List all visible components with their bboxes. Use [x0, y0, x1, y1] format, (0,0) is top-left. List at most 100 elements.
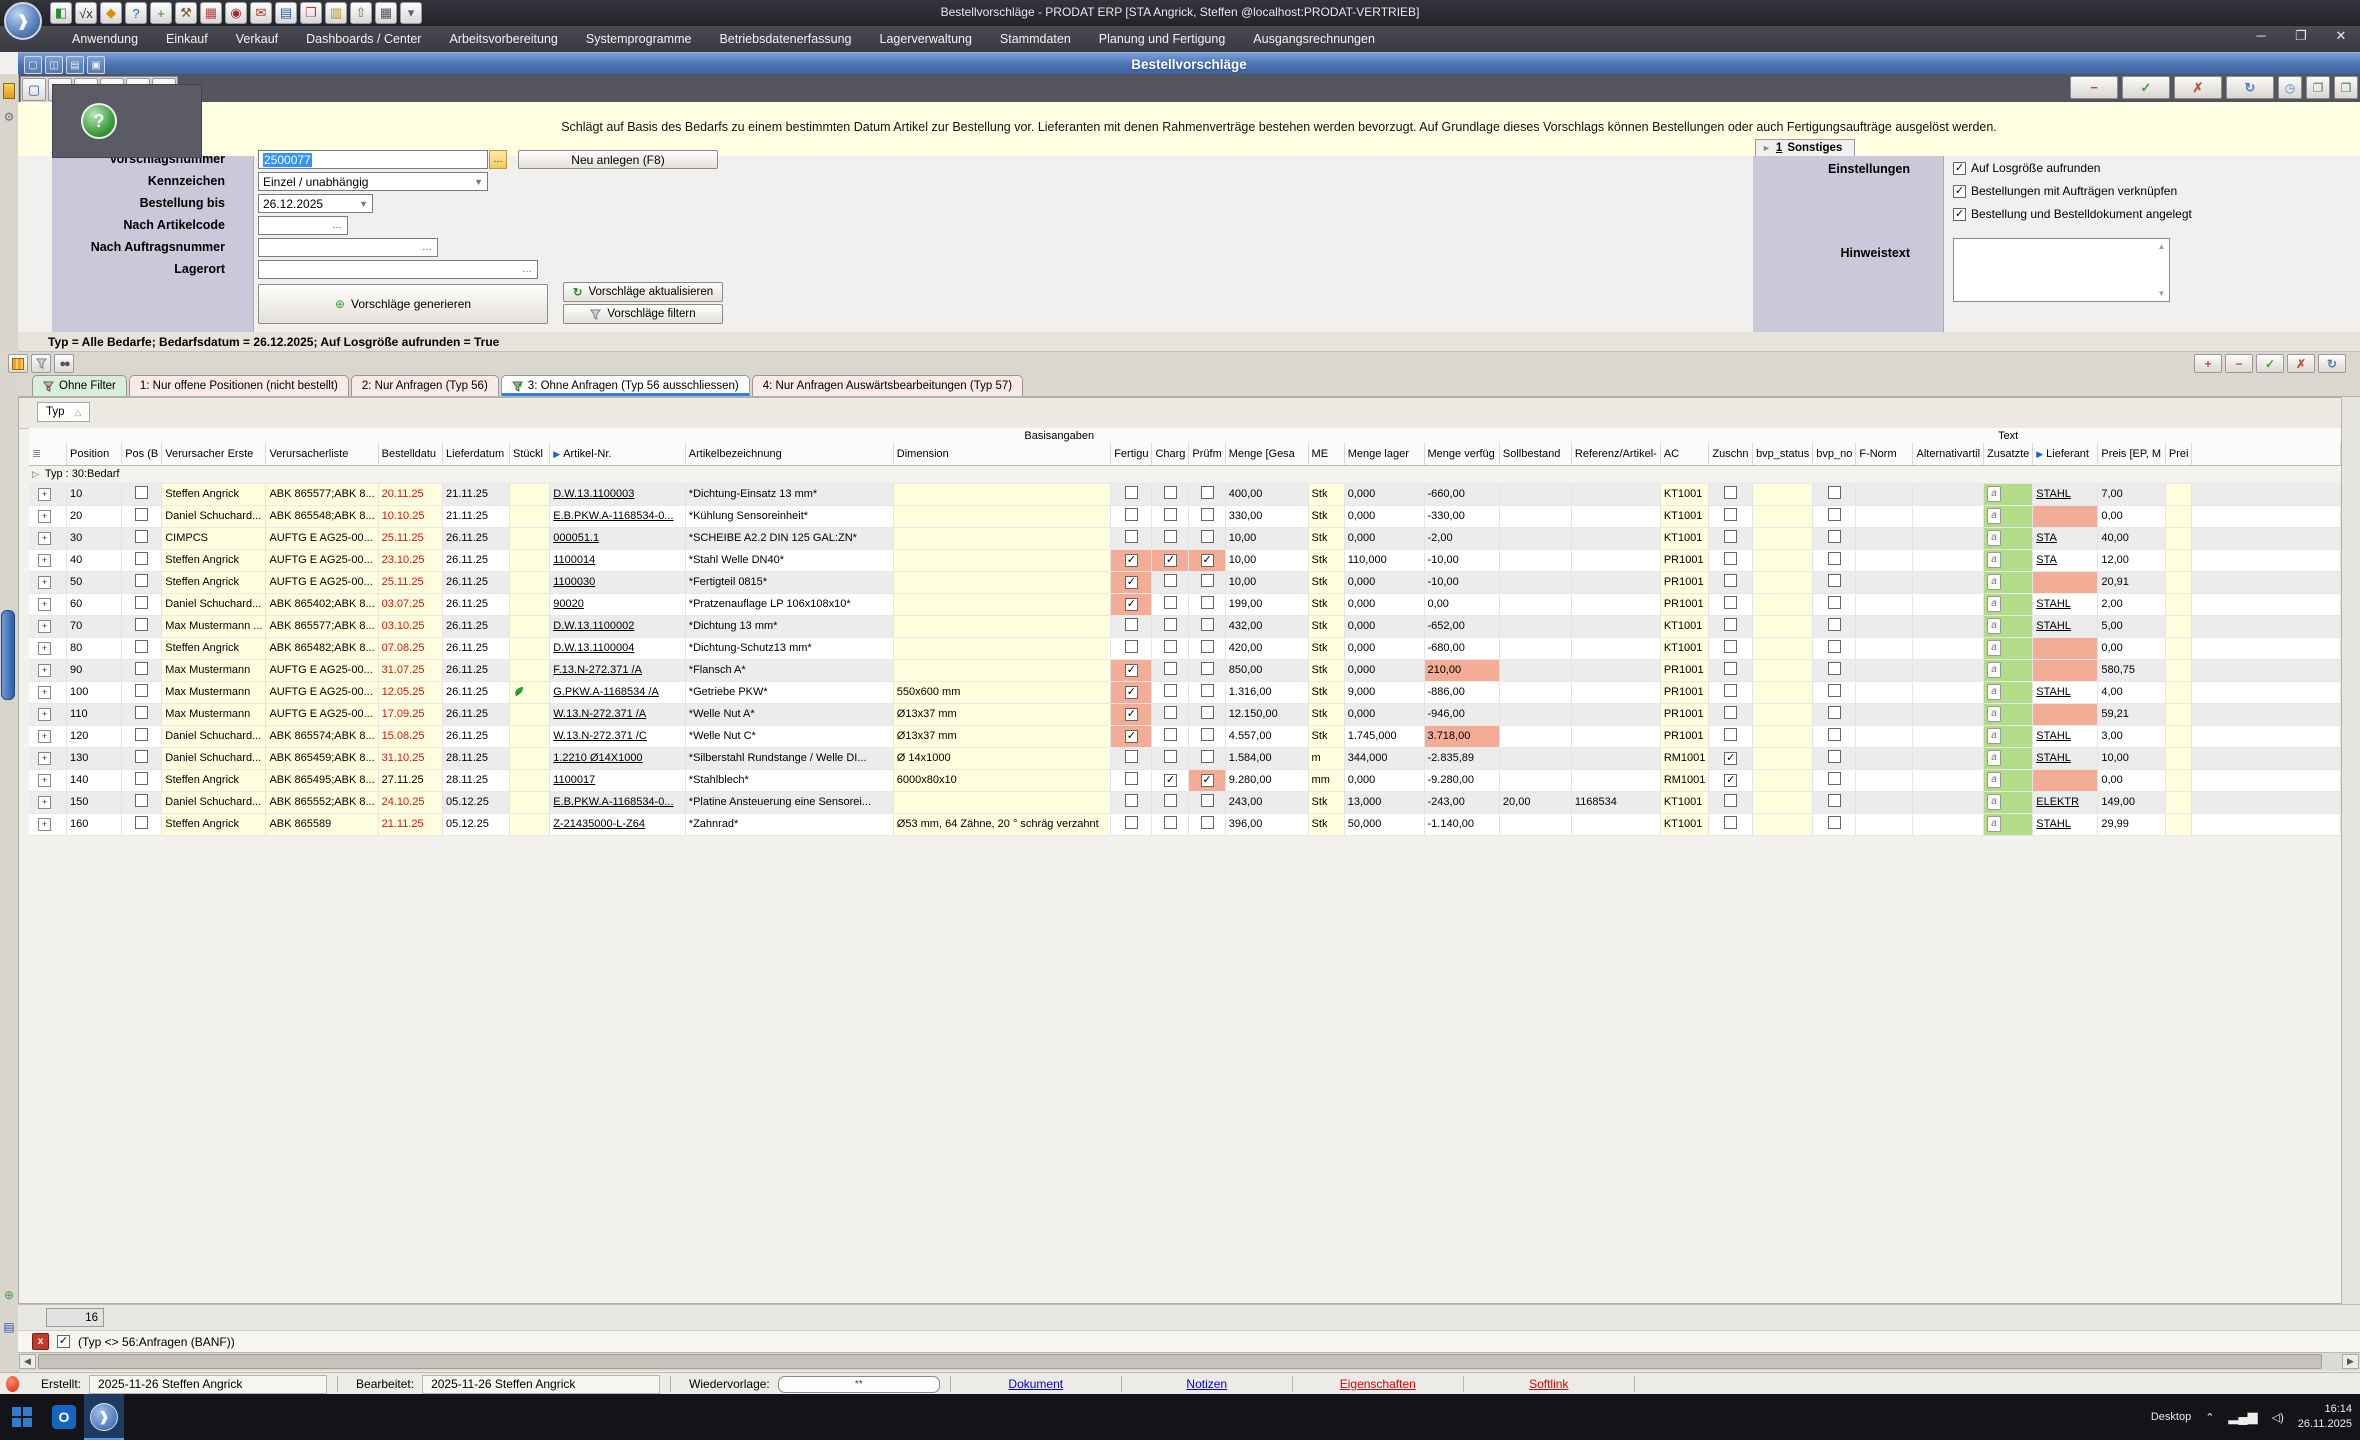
expand-icon[interactable]: +	[38, 729, 51, 743]
cell-lieferant[interactable]: STAHL	[2032, 681, 2099, 704]
expand-icon[interactable]: +	[38, 509, 51, 523]
checkbox-icon[interactable]	[1163, 750, 1177, 763]
cell-artikel[interactable]: E.B.PKW.A-1168534-0...	[549, 791, 686, 814]
reload-button[interactable]: ↻	[2318, 354, 2346, 373]
row-expand-cell[interactable]: +	[29, 659, 68, 682]
text-document-icon[interactable]: a	[1987, 684, 2002, 700]
cell-fertig-checkbox[interactable]	[1110, 527, 1153, 550]
cell-zuschn-checkbox[interactable]	[1708, 659, 1754, 682]
cell-zusatztext[interactable]: a	[1983, 769, 2034, 792]
cell-bvpno-checkbox[interactable]	[1812, 703, 1857, 726]
help-question-icon[interactable]: ?	[81, 103, 117, 139]
filter-icon[interactable]	[31, 354, 51, 373]
text-document-icon[interactable]: a	[1987, 596, 2002, 612]
link-artikel[interactable]: 90020	[553, 598, 584, 610]
cell-artikel[interactable]: G.PKW.A-1168534 /A	[549, 681, 686, 704]
cell-artikel[interactable]: 1100017	[549, 769, 686, 792]
cell-zusatztext[interactable]: a	[1983, 725, 2034, 748]
cell-artikel[interactable]: D.W.13.1100004	[549, 637, 686, 660]
text-document-icon[interactable]: a	[1987, 662, 2002, 678]
checkbox-icon[interactable]	[1200, 596, 1214, 609]
vorschlagsnummer-input[interactable]: 2500077	[258, 150, 488, 169]
cell-lieferant[interactable]: STAHL	[2032, 593, 2099, 616]
text-document-icon[interactable]: a	[1987, 772, 2002, 788]
cell-pruefm-checkbox[interactable]	[1188, 593, 1226, 616]
column-header-bvp_status[interactable]: bvp_status	[1752, 443, 1814, 466]
vorschlaege-generieren-button[interactable]: ⊕ Vorschläge generieren	[258, 284, 548, 324]
cell-zusatztext[interactable]: a	[1983, 483, 2034, 506]
checkbox-icon[interactable]	[135, 640, 149, 653]
link-lieferant[interactable]: STAHL	[2036, 818, 2071, 830]
column-header-bezeichnung[interactable]: Artikelbezeichnung	[685, 443, 894, 466]
link-artikel[interactable]: W.13.N-272.371 /A	[553, 708, 646, 720]
menu-item-verkauf[interactable]: Verkauf	[224, 28, 290, 50]
cell-zusatztext[interactable]: a	[1983, 549, 2034, 572]
cell-charg-checkbox[interactable]: ✓	[1151, 549, 1190, 572]
row-expand-cell[interactable]: +	[29, 483, 68, 506]
cell-pruefm-checkbox[interactable]	[1188, 747, 1226, 770]
textarea-scrollbar[interactable]: ▲ ▼	[2155, 240, 2168, 300]
link-lieferant[interactable]: STAHL	[2036, 620, 2071, 632]
checkbox-icon[interactable]	[1827, 728, 1841, 741]
checkbox-icon[interactable]	[1200, 530, 1214, 543]
cell-fertig-checkbox[interactable]: ✓	[1110, 571, 1153, 594]
cell-zuschn-checkbox[interactable]	[1708, 505, 1754, 528]
cell-lieferant[interactable]	[2032, 703, 2099, 726]
cell-zusatztext[interactable]: a	[1983, 593, 2034, 616]
cell-lieferant[interactable]: STAHL	[2032, 813, 2099, 836]
menu-item-systemprogramme[interactable]: Systemprogramme	[574, 28, 704, 50]
cell-artikel[interactable]: D.W.13.1100002	[549, 615, 686, 638]
cell-charg-checkbox[interactable]	[1151, 813, 1190, 836]
tab-sonstiges[interactable]: ► 1 Sonstiges	[1755, 139, 1855, 156]
checkbox-icon[interactable]: ✓	[1124, 729, 1138, 743]
checkbox-icon[interactable]	[1827, 684, 1841, 697]
scroll-right-icon[interactable]: ▶	[2342, 1354, 2359, 1369]
checkbox-icon[interactable]	[1163, 640, 1177, 653]
checkbox-icon[interactable]: ✓	[1124, 663, 1138, 677]
text-document-icon[interactable]: a	[1987, 640, 2002, 656]
checkbox-icon[interactable]: ✓	[1163, 773, 1177, 787]
column-header-preis[interactable]: Preis [EP, M	[2097, 443, 2166, 466]
cell-bvpno-checkbox[interactable]	[1812, 681, 1857, 704]
checkbox-icon[interactable]	[1724, 706, 1738, 719]
expand-icon[interactable]: +	[38, 597, 51, 611]
rail-list-icon[interactable]: ▤	[1, 1318, 17, 1336]
cell-zuschn-checkbox[interactable]	[1708, 791, 1754, 814]
cell-posb-checkbox[interactable]	[121, 571, 163, 594]
scroll-left-icon[interactable]: ◀	[19, 1354, 36, 1369]
checkbox-icon[interactable]	[1827, 508, 1841, 521]
accept-button[interactable]: ✓	[2256, 354, 2284, 373]
checkbox-icon[interactable]	[1724, 486, 1738, 499]
cell-bvpno-checkbox[interactable]	[1812, 813, 1857, 836]
nach-auftragsnummer-input[interactable]: …	[258, 238, 438, 257]
cell-zuschn-checkbox[interactable]	[1708, 483, 1754, 506]
cell-zuschn-checkbox[interactable]: ✓	[1708, 747, 1754, 770]
cell-pruefm-checkbox[interactable]	[1188, 725, 1226, 748]
filter-tab-1[interactable]: 1: Nur offene Positionen (nicht bestellt…	[128, 375, 349, 396]
prodat-taskbar-icon[interactable]: ❱	[84, 1394, 124, 1440]
panel-icon-pin[interactable]: ▣	[87, 56, 105, 74]
cell-zusatztext[interactable]: a	[1983, 813, 2034, 836]
restore-icon[interactable]: ❐	[2288, 28, 2314, 44]
link-artikel[interactable]: G.PKW.A-1168534 /A	[553, 686, 659, 698]
checkbox-icon[interactable]	[1724, 530, 1738, 543]
cell-charg-checkbox[interactable]	[1151, 527, 1190, 550]
checkbox-icon[interactable]	[1200, 728, 1214, 741]
cell-lieferant[interactable]	[2032, 571, 2099, 594]
cell-artikel[interactable]: W.13.N-272.371 /A	[549, 703, 686, 726]
checkbox-icon[interactable]	[1827, 772, 1841, 785]
menu-item-ausgangsrechnungen[interactable]: Ausgangsrechnungen	[1241, 28, 1387, 50]
panel-icon-list[interactable]: ▤	[66, 56, 84, 74]
filter-tab-4[interactable]: 4: Nur Anfragen Auswärtsbearbeitungen (T…	[751, 375, 1024, 396]
checkbox-icon[interactable]	[1827, 750, 1841, 763]
expand-icon[interactable]: +	[38, 773, 51, 787]
checkbox-icon[interactable]	[1124, 486, 1138, 499]
cell-lieferant[interactable]: ELEKTR	[2032, 791, 2099, 814]
column-header-verfueg[interactable]: Menge verfüg	[1424, 443, 1500, 466]
checkbox-icon[interactable]: ✓	[1200, 553, 1214, 567]
cell-zusatztext[interactable]: a	[1983, 615, 2034, 638]
cell-zuschn-checkbox[interactable]	[1708, 725, 1754, 748]
cell-charg-checkbox[interactable]	[1151, 703, 1190, 726]
cell-artikel[interactable]: 1.2210 Ø14X1000	[549, 747, 686, 770]
cell-bvpno-checkbox[interactable]	[1812, 769, 1857, 792]
